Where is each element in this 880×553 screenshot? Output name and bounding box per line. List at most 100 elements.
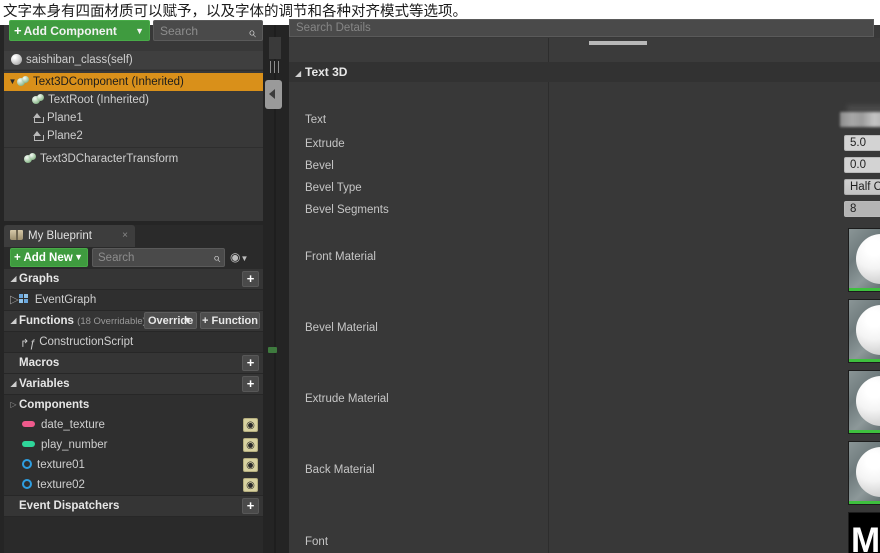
bevel-value: 0.0 bbox=[850, 159, 866, 171]
bevel-segments-value: 8 bbox=[850, 203, 857, 215]
tree-label: Text3DComponent (Inherited) bbox=[33, 76, 184, 89]
chevron-down-icon: ▼ bbox=[74, 252, 83, 262]
bevel-segments-slider[interactable]: 8 ↘ bbox=[844, 201, 880, 217]
category-header-text3d[interactable]: ◢ Text 3D bbox=[289, 62, 880, 82]
override-button[interactable]: Override ▼ bbox=[144, 312, 197, 329]
back-material-thumbnail[interactable] bbox=[848, 441, 880, 505]
expander-triangle-icon[interactable]: ▷ bbox=[8, 395, 19, 415]
tree-row-plane2[interactable]: Plane2 bbox=[4, 127, 263, 145]
add-new-label: Add New bbox=[23, 252, 73, 264]
list-item-variable[interactable]: texture01 ◉ bbox=[4, 455, 263, 475]
search-details-input[interactable]: Search Details bbox=[289, 19, 874, 37]
expander-triangle-icon[interactable]: ▼ bbox=[8, 73, 17, 91]
list-item-eventgraph[interactable]: ▷ EventGraph bbox=[4, 290, 263, 310]
font-thumbnail[interactable]: MS bbox=[848, 512, 880, 553]
overridable-count: (18 Overridable) bbox=[77, 316, 146, 327]
expander-triangle-icon[interactable]: ◢ bbox=[8, 374, 19, 394]
plus-icon: + bbox=[14, 23, 22, 38]
list-item-constructionscript[interactable]: ↱ƒ ConstructionScript bbox=[4, 332, 263, 352]
eye-icon[interactable]: ◉ bbox=[243, 438, 258, 452]
tree-row-text3dcomponent[interactable]: ▼ Text3DComponent (Inherited) bbox=[4, 73, 263, 91]
section-components[interactable]: ▷ Components bbox=[4, 395, 263, 415]
my-blueprint-panel: My Blueprint × + Add New ▼ Search ⌕ ◉▼ ◢… bbox=[4, 225, 263, 553]
variable-object-icon bbox=[22, 479, 32, 489]
chevron-down-icon: ▼ bbox=[135, 26, 144, 36]
tab-my-blueprint[interactable]: My Blueprint × bbox=[4, 225, 135, 247]
add-graph-button[interactable]: + bbox=[242, 271, 259, 287]
chevron-down-icon: ▼ bbox=[183, 315, 192, 325]
search-placeholder: Search bbox=[98, 252, 135, 264]
property-label-extrude-material: Extrude Material bbox=[305, 393, 389, 405]
eye-icon[interactable]: ◉ bbox=[243, 478, 258, 492]
search-icon[interactable]: ⌕ bbox=[248, 22, 256, 40]
section-label: Variables bbox=[19, 378, 70, 390]
add-macro-button[interactable]: + bbox=[242, 355, 259, 371]
property-label-back-material: Back Material bbox=[305, 464, 375, 476]
plus-icon: + bbox=[202, 315, 209, 327]
text3d-icon bbox=[17, 76, 30, 87]
list-item-variable[interactable]: date_texture ◉ bbox=[4, 415, 263, 435]
splitter-handle-top[interactable] bbox=[269, 37, 281, 59]
list-item-variable[interactable]: texture02 ◉ bbox=[4, 475, 263, 495]
expander-triangle-icon[interactable]: ◢ bbox=[8, 269, 19, 289]
panel-splitter[interactable] bbox=[263, 25, 289, 553]
property-label-bevel-type: Bevel Type bbox=[305, 182, 362, 194]
expander-triangle-icon[interactable]: ▷ bbox=[10, 294, 19, 306]
row-divider bbox=[4, 516, 263, 517]
eye-icon[interactable]: ◉ bbox=[243, 458, 258, 472]
asset-type-bar bbox=[849, 430, 880, 433]
eye-icon[interactable]: ◉ bbox=[243, 418, 258, 432]
section-graphs[interactable]: ◢ Graphs + bbox=[4, 269, 263, 289]
front-material-thumbnail[interactable] bbox=[848, 228, 880, 292]
search-icon[interactable]: ⌕ bbox=[213, 249, 220, 266]
property-label-bevel-segments: Bevel Segments bbox=[305, 204, 389, 216]
variable-pill-icon bbox=[22, 421, 35, 427]
property-label-text: Text bbox=[305, 114, 327, 126]
visibility-filter-button[interactable]: ◉▼ bbox=[230, 249, 260, 266]
components-search-input[interactable]: Search ⌕ bbox=[153, 20, 263, 41]
components-panel: + Add Component ▼ Search ⌕ saishiban_clas… bbox=[4, 20, 263, 221]
eye-icon: ◉ bbox=[230, 250, 241, 264]
components-search-placeholder: Search bbox=[160, 24, 199, 38]
asset-type-bar bbox=[849, 288, 880, 291]
tree-row-textroot[interactable]: TextRoot (Inherited) bbox=[4, 91, 263, 109]
add-component-button[interactable]: + Add Component ▼ bbox=[9, 20, 150, 41]
tree-row-text3dcharactertransform[interactable]: Text3DCharacterTransform bbox=[4, 150, 263, 168]
tree-row-self[interactable]: saishiban_class(self) bbox=[4, 51, 263, 69]
sphere-icon bbox=[11, 54, 22, 65]
list-item-variable[interactable]: play_number ◉ bbox=[4, 435, 263, 455]
section-functions[interactable]: ◢ Functions (18 Overridable) Override ▼ +… bbox=[4, 311, 263, 331]
details-column-divider bbox=[548, 38, 549, 553]
tree-divider bbox=[4, 147, 263, 148]
close-icon[interactable]: × bbox=[122, 225, 128, 247]
collapse-panel-button[interactable] bbox=[265, 80, 282, 109]
extrude-input[interactable]: 5.0 ↘ bbox=[844, 135, 880, 151]
section-variables[interactable]: ◢ Variables + bbox=[4, 374, 263, 394]
bevel-material-thumbnail[interactable] bbox=[848, 299, 880, 363]
expander-triangle-icon[interactable]: ◢ bbox=[8, 311, 19, 331]
bevel-input[interactable]: 0.0 ↘ bbox=[844, 157, 880, 173]
add-function-button[interactable]: + Function bbox=[200, 312, 260, 329]
text-field-input[interactable] bbox=[840, 112, 880, 127]
my-blueprint-search-input[interactable]: Search ⌕ bbox=[92, 248, 225, 267]
add-event-dispatcher-button[interactable]: + bbox=[242, 498, 259, 514]
variable-pill-icon bbox=[22, 441, 35, 447]
property-label-bevel: Bevel bbox=[305, 160, 334, 172]
text3d-icon bbox=[24, 153, 37, 164]
section-macros[interactable]: Macros + bbox=[4, 353, 263, 373]
splitter-marker bbox=[268, 347, 277, 353]
extrude-material-thumbnail[interactable] bbox=[848, 370, 880, 434]
add-variable-button[interactable]: + bbox=[242, 376, 259, 392]
expander-triangle-icon[interactable]: ◢ bbox=[295, 64, 305, 84]
asset-type-bar bbox=[849, 501, 880, 504]
bevel-type-dropdown[interactable]: Half Circle ▼ bbox=[844, 179, 880, 195]
add-new-button[interactable]: + Add New ▼ bbox=[10, 248, 88, 267]
bevel-type-value: Half Circle bbox=[850, 181, 880, 193]
blueprint-book-icon bbox=[10, 230, 23, 240]
topbar-indicator bbox=[589, 41, 647, 45]
section-label: Graphs bbox=[19, 273, 60, 285]
section-event-dispatchers[interactable]: Event Dispatchers + bbox=[4, 496, 263, 516]
splitter-grip-icon[interactable] bbox=[270, 61, 280, 73]
tree-row-plane1[interactable]: Plane1 bbox=[4, 109, 263, 127]
left-column: + Add Component ▼ Search ⌕ saishiban_clas… bbox=[0, 20, 263, 553]
